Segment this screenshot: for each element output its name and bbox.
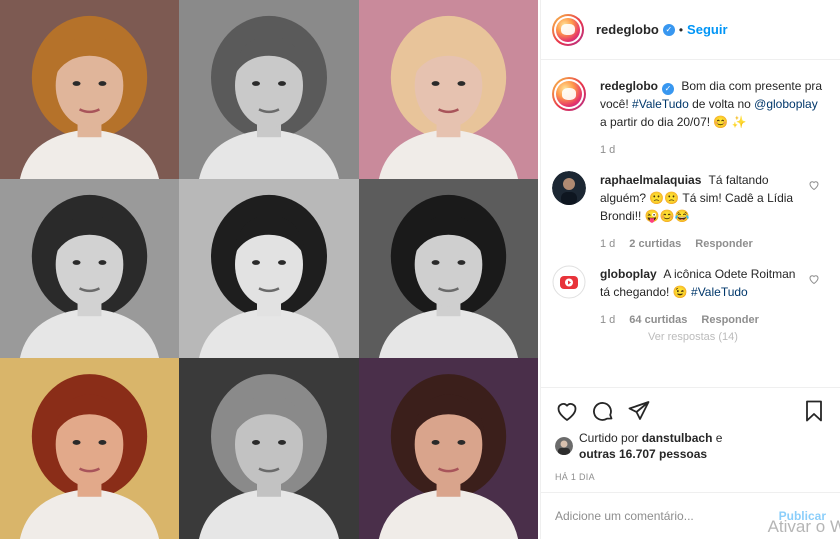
comment-item: raphaelmalaquias Tá faltando alguém? 🙁🙁 …: [552, 171, 826, 253]
comment-username[interactable]: globoplay: [600, 267, 657, 281]
liked-by: Curtido por danstulbach e outras 16.707 …: [555, 430, 826, 462]
post-actions: Curtido por danstulbach e outras 16.707 …: [541, 387, 840, 482]
photo-woman-short-hair: [359, 358, 538, 539]
comment-time: 1 d: [600, 238, 616, 250]
comment-time: 1 d: [600, 314, 616, 326]
photo-woman-curly-red: [0, 358, 179, 539]
photo-woman-smiling: [359, 179, 538, 358]
photo-woman-blonde: [359, 0, 538, 179]
header-username[interactable]: redeglobo: [596, 22, 659, 37]
comment-input[interactable]: [555, 509, 779, 523]
profile-avatar[interactable]: [552, 13, 584, 46]
comments-list[interactable]: redeglobo ✓ Bom dia com presente pra você…: [541, 61, 840, 386]
caption-mention[interactable]: @globoplay: [754, 97, 818, 111]
liker-avatar[interactable]: [555, 437, 573, 455]
caption-text-3: a partir do dia 20/07! 😊 ✨: [600, 115, 747, 129]
add-comment-bar: Publicar: [541, 492, 840, 539]
share-paper-plane-icon[interactable]: [627, 399, 651, 423]
verified-badge-icon: ✓: [662, 23, 675, 36]
photo-young-man: [0, 179, 179, 358]
caption-username[interactable]: redeglobo: [600, 79, 658, 93]
photo-woman-bangs: [179, 179, 359, 358]
post-photo-grid[interactable]: [0, 0, 538, 539]
comment-likes[interactable]: 2 curtidas: [629, 235, 681, 253]
follow-button[interactable]: Seguir: [687, 22, 727, 37]
comment-item: globoplay A icônica Odete Roitman tá che…: [552, 265, 826, 329]
view-replies-link[interactable]: Ver respostas (14): [648, 331, 826, 343]
verified-badge-icon: ✓: [662, 83, 675, 95]
photo-woman-red-hair: [0, 0, 179, 179]
comment-hashtag[interactable]: #ValeTudo: [691, 285, 748, 299]
liked-by-and: e: [715, 431, 723, 445]
like-heart-icon[interactable]: [555, 399, 579, 423]
post-details-panel: redeglobo ✓ • Seguir redeglobo ✓ Bom dia …: [540, 0, 840, 539]
photo-man-glasses: [179, 358, 359, 539]
comment-likes[interactable]: 64 curtidas: [629, 311, 687, 329]
header-separator: •: [678, 22, 684, 37]
liked-by-user[interactable]: danstulbach: [642, 431, 713, 445]
caption-avatar[interactable]: [552, 77, 586, 111]
post-date: HÁ 1 DIA: [555, 472, 595, 482]
liked-by-others[interactable]: outras 16.707 pessoas: [579, 447, 707, 461]
caption-text-2: de volta no: [692, 97, 751, 111]
reply-button[interactable]: Responder: [695, 235, 752, 253]
photo-man-gray-hair: [179, 0, 359, 179]
save-bookmark-icon[interactable]: [802, 399, 826, 423]
post-header: redeglobo ✓ • Seguir: [541, 0, 840, 60]
reply-button[interactable]: Responder: [701, 311, 758, 329]
comment-bubble-icon[interactable]: [591, 399, 615, 423]
like-comment-heart-icon[interactable]: [808, 179, 820, 191]
commenter-avatar[interactable]: [552, 265, 586, 299]
caption: redeglobo ✓ Bom dia com presente pra você…: [552, 77, 826, 159]
like-comment-heart-icon[interactable]: [808, 273, 820, 285]
liked-by-prefix: Curtido por: [579, 431, 639, 445]
caption-time: 1 d: [600, 144, 616, 156]
commenter-avatar[interactable]: [552, 171, 586, 205]
comment-username[interactable]: raphaelmalaquias: [600, 173, 701, 187]
caption-hashtag[interactable]: #ValeTudo: [632, 97, 689, 111]
publish-button[interactable]: Publicar: [779, 509, 826, 523]
